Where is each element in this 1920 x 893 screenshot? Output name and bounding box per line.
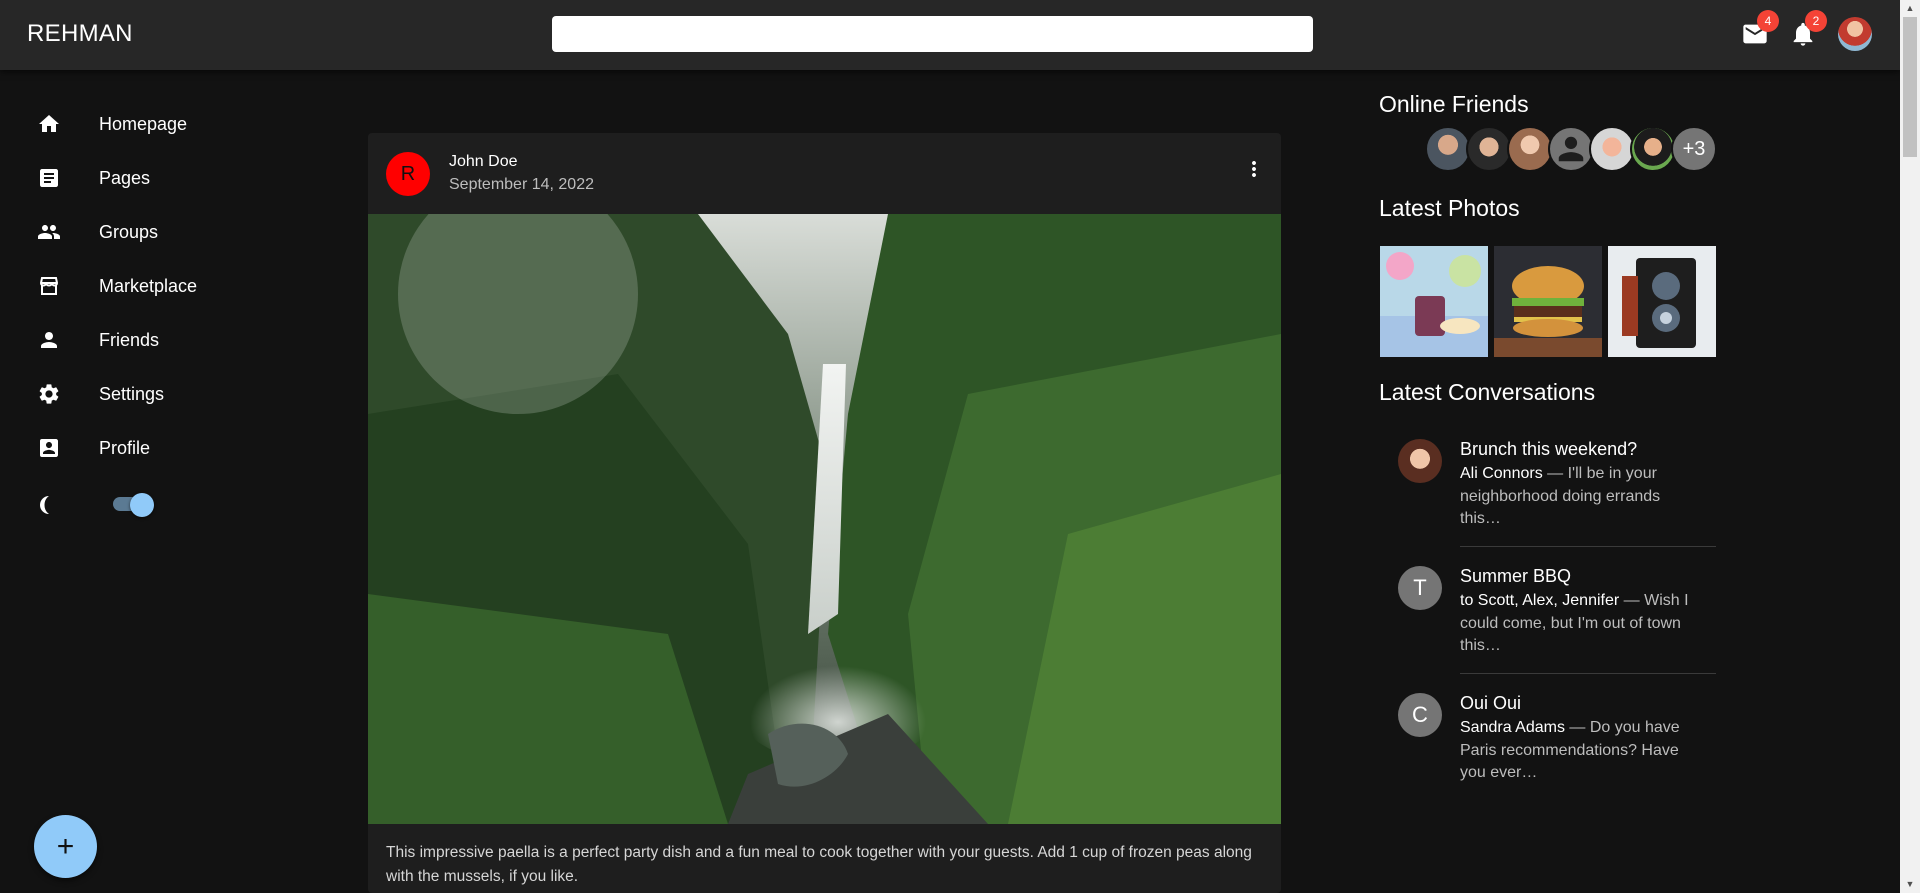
app-bar: REHMAN 4 2 [0,0,1900,70]
latest-photo[interactable] [1380,246,1488,357]
page-scrollbar[interactable]: ▲ ▼ [1900,0,1920,893]
online-friend-avatar[interactable] [1548,126,1594,172]
online-friend-avatar[interactable] [1630,126,1676,172]
app-logo[interactable]: REHMAN [27,20,133,48]
dark-mode-toggle-thumb[interactable] [130,493,154,517]
conversation-title: Summer BBQ [1460,566,1572,586]
more-vert-icon[interactable] [1242,157,1266,181]
scroll-up-arrow-icon[interactable]: ▲ [1900,0,1920,17]
person-icon [1558,136,1584,162]
mail-button[interactable]: 4 [1741,10,1779,48]
post-card: R John Doe September 14, 2022 This impre… [368,133,1281,893]
sidebar-item-label: Marketplace [99,275,198,296]
online-friend-avatar[interactable] [1507,126,1553,172]
conversation-title: Oui Oui [1460,693,1522,713]
storefront-icon [39,277,59,295]
conversation-avatar: T [1398,566,1442,610]
article-icon [40,169,58,187]
mail-badge: 4 [1757,10,1779,32]
sidebar-item-pages[interactable]: Pages [0,151,320,205]
moon-icon [39,496,49,514]
online-friend-avatar[interactable] [1589,126,1635,172]
group-icon [38,225,60,239]
sidebar-item-label: Friends [99,329,160,350]
latest-photo[interactable] [1608,246,1716,357]
online-friend-avatar[interactable] [1466,126,1512,172]
conversation-preview: Sandra Adams — Do you have Paris recomme… [1460,717,1700,785]
account-box-icon [40,439,58,457]
post-author-avatar[interactable]: R [386,152,430,196]
post-date: September 14, 2022 [449,176,594,193]
conversation-sender: Sandra Adams [1460,719,1565,736]
conversation-sender: to Scott, Alex, Jennifer [1460,592,1620,609]
sidebar-item-label: Profile [99,437,151,458]
gear-icon [39,384,59,404]
person-icon [41,332,57,348]
conversation-title: Brunch this weekend? [1460,439,1638,459]
notifications-button[interactable]: 2 [1789,10,1827,48]
scrollbar-thumb[interactable] [1903,17,1917,157]
sidebar-item-settings[interactable]: Settings [0,367,320,421]
home-icon [39,115,59,132]
sidebar-item-profile[interactable]: Profile [0,421,320,475]
notifications-badge: 2 [1805,10,1827,32]
latest-photo[interactable] [1494,246,1602,357]
sidebar-item-label: Pages [99,167,151,188]
more-friends-count[interactable]: +3 [1671,126,1717,172]
scroll-down-arrow-icon[interactable]: ▼ [1900,876,1920,893]
conversation-avatar [1398,439,1442,483]
divider [1460,673,1716,674]
post-image [368,214,1281,824]
conversation-sender: Ali Connors [1460,465,1543,482]
conversation-preview: to Scott, Alex, Jennifer — Wish I could … [1460,590,1700,658]
latest-photos-title: Latest Photos [1379,195,1520,221]
sidebar-item-label: Homepage [99,113,188,134]
search-input[interactable] [552,16,1313,52]
sidebar-item-label: Settings [99,383,165,404]
online-friends-title: Online Friends [1379,91,1529,117]
sidebar-item-marketplace[interactable]: Marketplace [0,259,320,313]
latest-conversations-title: Latest Conversations [1379,379,1596,405]
sidebar-item-label: Groups [99,221,159,242]
sidebar-item-groups[interactable]: Groups [0,205,320,259]
post-author: John Doe [449,153,518,170]
user-avatar[interactable] [1838,17,1872,51]
post-text: This impressive paella is a perfect part… [386,844,1252,885]
conversation-preview: Ali Connors — I'll be in your neighborho… [1460,463,1700,531]
conversation-avatar: C [1398,693,1442,737]
sidebar-item-homepage[interactable]: Homepage [0,97,320,151]
online-friend-avatar[interactable] [1425,126,1471,172]
divider [1460,546,1716,547]
sidebar-item-friends[interactable]: Friends [0,313,320,367]
add-button[interactable]: + [34,815,97,878]
